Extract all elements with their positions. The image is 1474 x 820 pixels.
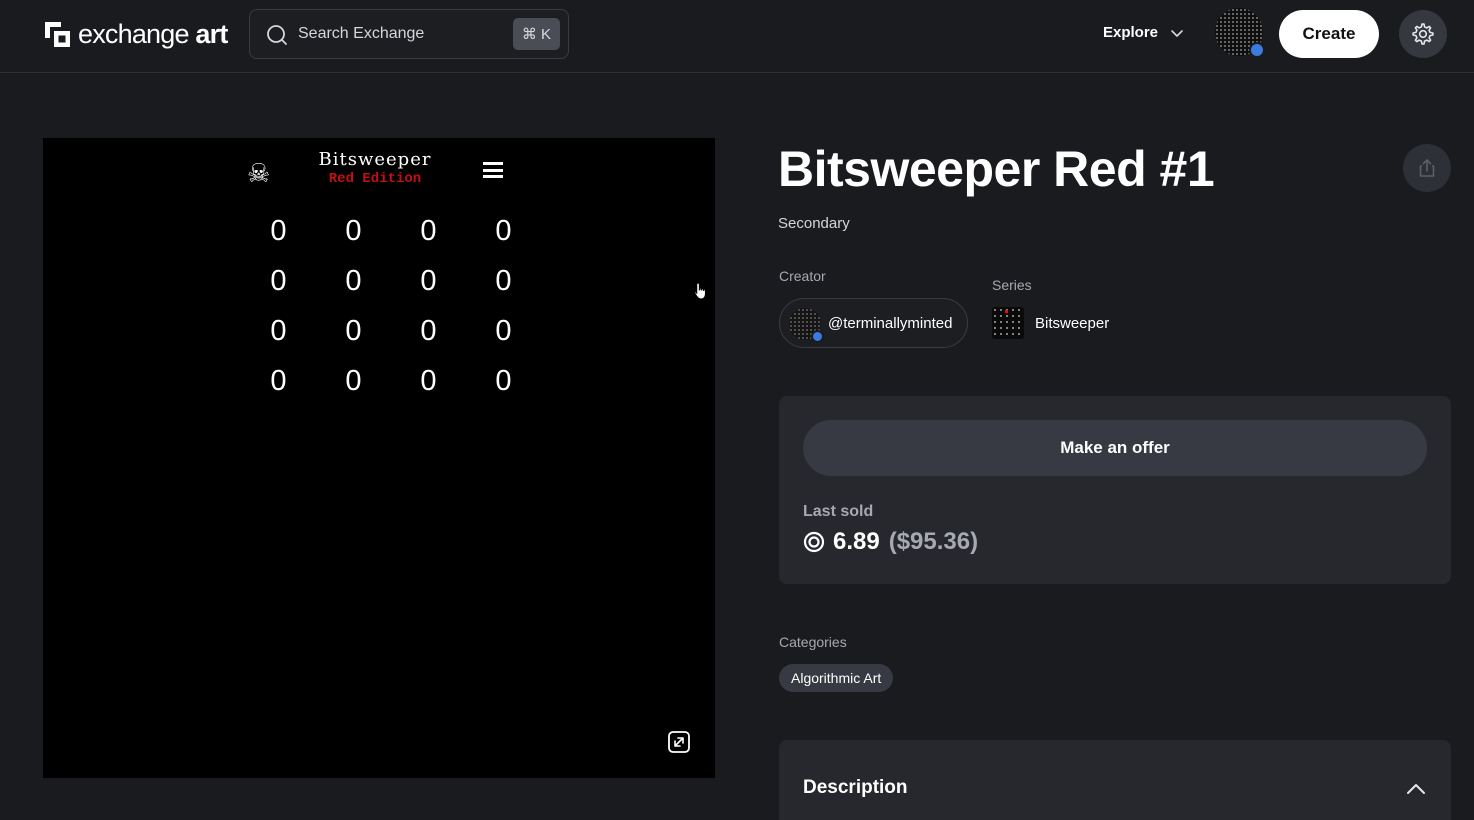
artwork-title: Bitsweeper xyxy=(318,149,432,170)
grid-cell[interactable]: 0 xyxy=(466,310,541,360)
chevron-down-icon xyxy=(1171,29,1183,37)
keyboard-shortcut-badge: ⌘ K xyxy=(512,18,560,50)
create-button[interactable]: Create xyxy=(1279,10,1379,58)
grid-cell[interactable]: 0 xyxy=(316,360,391,410)
verified-badge-icon xyxy=(1249,42,1265,58)
price-value: 6.89 xyxy=(833,528,880,555)
grid-cell[interactable]: 0 xyxy=(316,210,391,260)
grid-cell[interactable]: 0 xyxy=(466,260,541,310)
creator-chip[interactable]: @terminallyminted xyxy=(779,298,968,348)
user-avatar[interactable] xyxy=(1215,8,1265,58)
last-sold-label: Last sold xyxy=(803,503,874,520)
creator-handle: @terminallyminted xyxy=(828,315,953,332)
chevron-up-icon[interactable] xyxy=(1405,778,1427,800)
creator-avatar xyxy=(789,308,824,343)
grid-cell[interactable]: 0 xyxy=(241,260,316,310)
grid-cell[interactable]: 0 xyxy=(466,360,541,410)
category-tag[interactable]: Algorithmic Art xyxy=(779,664,894,692)
search-placeholder: Search Exchange xyxy=(298,25,425,42)
sol-currency-icon xyxy=(803,531,825,553)
grid-cell[interactable]: 0 xyxy=(316,260,391,310)
logo-mark-icon xyxy=(45,21,70,47)
gear-icon xyxy=(1412,23,1434,45)
creator-label: Creator xyxy=(779,268,826,284)
grid-cell[interactable]: 0 xyxy=(391,210,466,260)
grid-cell[interactable]: 0 xyxy=(241,310,316,360)
item-title: Bitsweeper Red #1 xyxy=(778,141,1215,197)
logo-text: exchange art xyxy=(78,18,228,49)
exchange-art-logo[interactable]: exchange art xyxy=(43,19,228,49)
search-icon xyxy=(267,25,287,45)
minesweeper-grid: 0 0 0 0 0 0 0 0 0 0 0 0 0 0 0 0 xyxy=(241,210,541,410)
description-heading: Description xyxy=(803,777,908,798)
menu-icon[interactable] xyxy=(483,162,503,178)
grid-cell[interactable]: 0 xyxy=(391,310,466,360)
artwork-subtitle: Red Edition xyxy=(328,171,422,187)
categories-label: Categories xyxy=(779,634,847,650)
price-usd: ($95.36) xyxy=(888,528,979,555)
explore-label: Explore xyxy=(1103,24,1159,41)
grid-cell[interactable]: 0 xyxy=(241,360,316,410)
share-button[interactable] xyxy=(1403,144,1451,192)
explore-menu[interactable]: Explore xyxy=(1103,24,1184,41)
last-sold-price: 6.89 ($95.36) xyxy=(803,528,978,556)
series-thumbnail[interactable] xyxy=(992,307,1024,339)
share-icon xyxy=(1419,159,1435,177)
verified-badge-icon xyxy=(811,330,824,343)
search-input[interactable]: Search Exchange ⌘ K xyxy=(249,9,569,59)
series-label: Series xyxy=(992,277,1032,293)
artwork-preview[interactable]: ☠ Bitsweeper Red Edition 0 0 0 0 0 0 0 0… xyxy=(43,138,715,778)
offer-panel: Make an offer Last sold 6.89 ($95.36) xyxy=(779,396,1451,584)
market-type: Secondary xyxy=(778,215,850,232)
settings-button[interactable] xyxy=(1399,10,1447,58)
grid-cell[interactable]: 0 xyxy=(391,260,466,310)
make-offer-button[interactable]: Make an offer xyxy=(803,420,1427,476)
grid-cell[interactable]: 0 xyxy=(241,210,316,260)
top-navigation-bar: exchange art Search Exchange ⌘ K Explore… xyxy=(0,0,1474,73)
series-link[interactable]: Bitsweeper xyxy=(1035,315,1109,332)
grid-cell[interactable]: 0 xyxy=(316,310,391,360)
description-panel[interactable]: Description xyxy=(779,740,1451,820)
grid-cell[interactable]: 0 xyxy=(391,360,466,410)
grid-cell[interactable]: 0 xyxy=(466,210,541,260)
pointer-cursor-icon xyxy=(694,282,706,300)
expand-icon[interactable] xyxy=(667,730,691,754)
skull-icon: ☠ xyxy=(247,158,271,188)
